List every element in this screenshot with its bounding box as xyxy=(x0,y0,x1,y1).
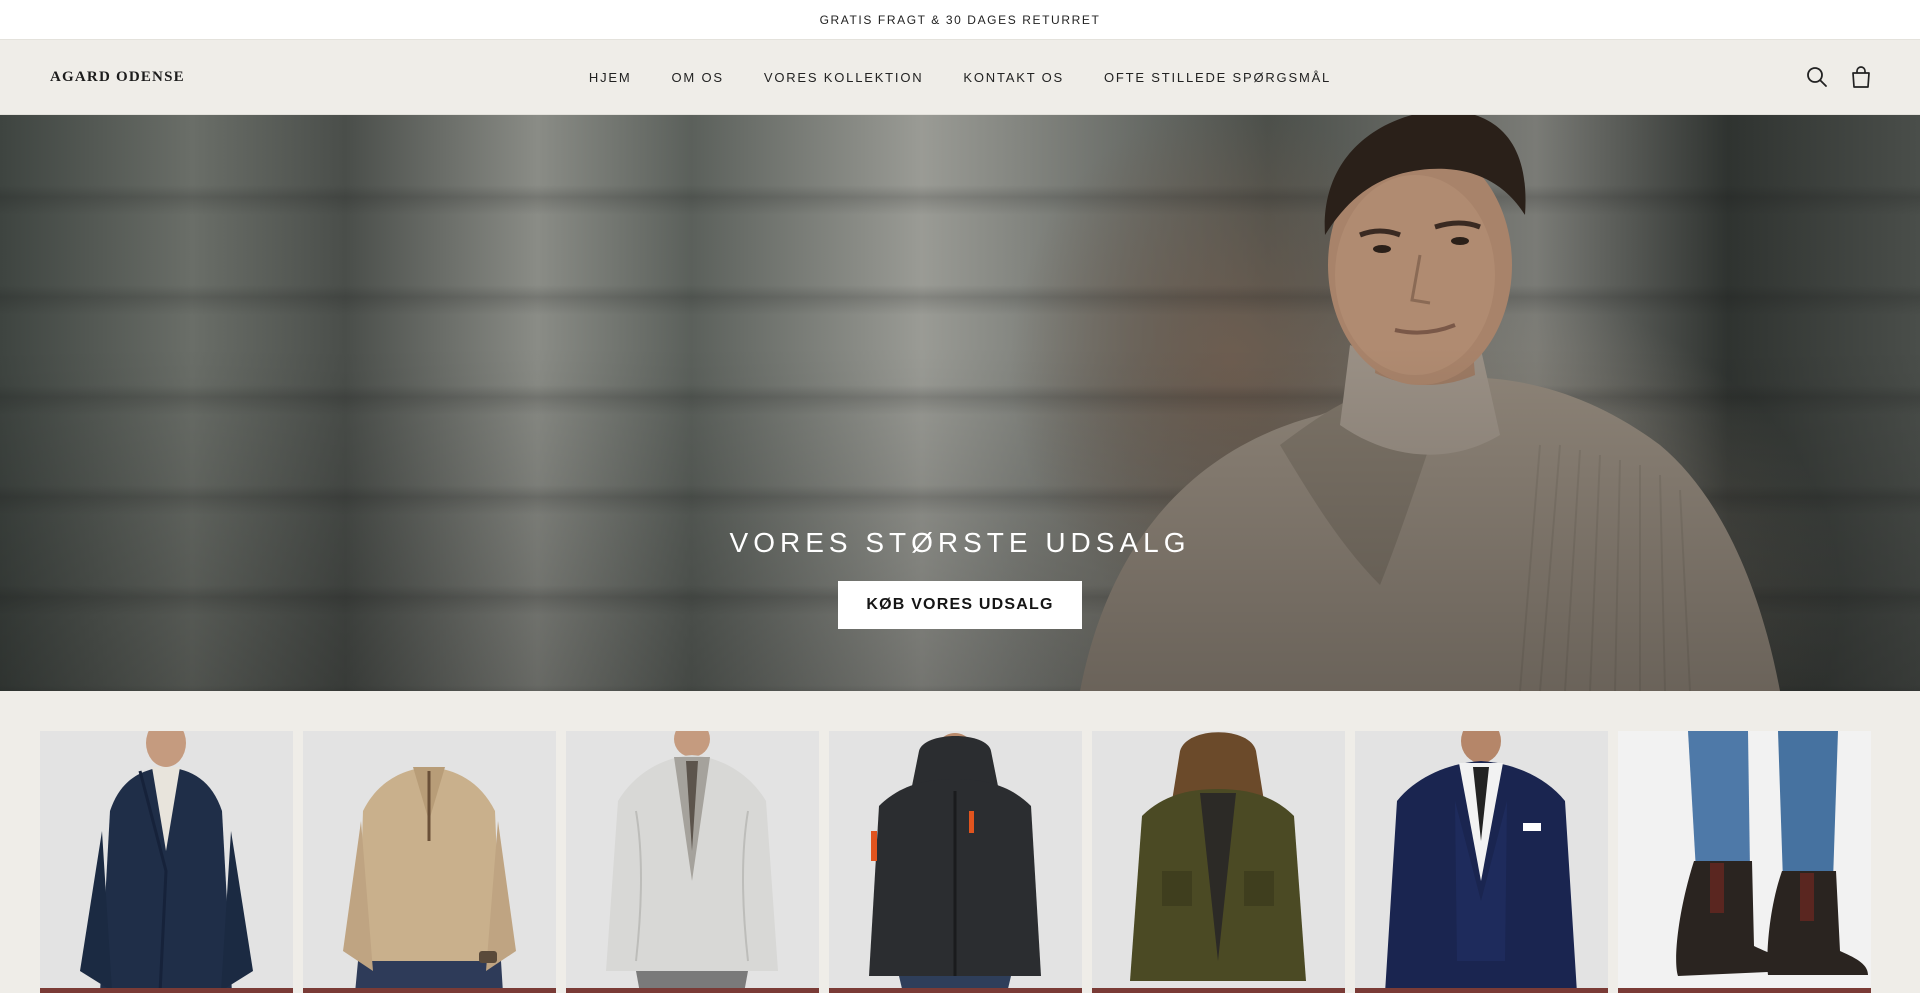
product-card[interactable] xyxy=(566,731,819,993)
product-grid xyxy=(40,731,1871,993)
nav-item-faq[interactable]: OFTE STILLEDE SPØRGSMÅL xyxy=(1104,70,1331,85)
product-accent-bar xyxy=(303,988,556,993)
product-card[interactable] xyxy=(1618,731,1871,993)
product-card[interactable] xyxy=(829,731,1082,993)
product-image-coat xyxy=(40,731,293,993)
product-accent-bar xyxy=(829,988,1082,993)
main-nav: HJEM OM OS VORES KOLLEKTION KONTAKT OS O… xyxy=(0,70,1920,85)
header-actions xyxy=(1806,65,1872,89)
product-image-boots xyxy=(1618,731,1871,993)
product-image-parka xyxy=(1092,731,1345,993)
nav-item-om-os[interactable]: OM OS xyxy=(672,70,724,85)
hero-title: VORES STØRSTE UDSALG xyxy=(729,527,1191,558)
product-card[interactable] xyxy=(40,731,293,993)
product-card[interactable] xyxy=(303,731,556,993)
product-image-suit xyxy=(1355,731,1608,993)
shop-sale-button[interactable]: KØB VORES UDSALG xyxy=(838,581,1082,629)
announcement-bar: GRATIS FRAGT & 30 DAGES RETURRET xyxy=(0,0,1920,40)
hero-banner: VORES STØRSTE UDSALG KØB VORES UDSALG xyxy=(0,115,1920,691)
product-card[interactable] xyxy=(1092,731,1345,993)
product-accent-bar xyxy=(40,988,293,993)
bag-icon[interactable] xyxy=(1850,65,1872,89)
announcement-text: GRATIS FRAGT & 30 DAGES RETURRET xyxy=(819,12,1101,27)
site-header: AGARD ODENSE HJEM OM OS VORES KOLLEKTION… xyxy=(0,40,1920,115)
search-icon[interactable] xyxy=(1806,66,1828,88)
product-accent-bar xyxy=(566,988,819,993)
nav-item-hjem[interactable]: HJEM xyxy=(589,70,632,85)
product-accent-bar xyxy=(1355,988,1608,993)
product-image-sweater xyxy=(303,731,556,993)
nav-item-kontakt-os[interactable]: KONTAKT OS xyxy=(963,70,1064,85)
product-image-hoodie xyxy=(829,731,1082,993)
product-accent-bar xyxy=(1092,988,1345,993)
nav-item-vores-kollektion[interactable]: VORES KOLLEKTION xyxy=(764,70,924,85)
product-accent-bar xyxy=(1618,988,1871,993)
product-image-cardigan xyxy=(566,731,819,993)
hero-content: VORES STØRSTE UDSALG KØB VORES UDSALG xyxy=(0,527,1920,629)
product-card[interactable] xyxy=(1355,731,1608,993)
